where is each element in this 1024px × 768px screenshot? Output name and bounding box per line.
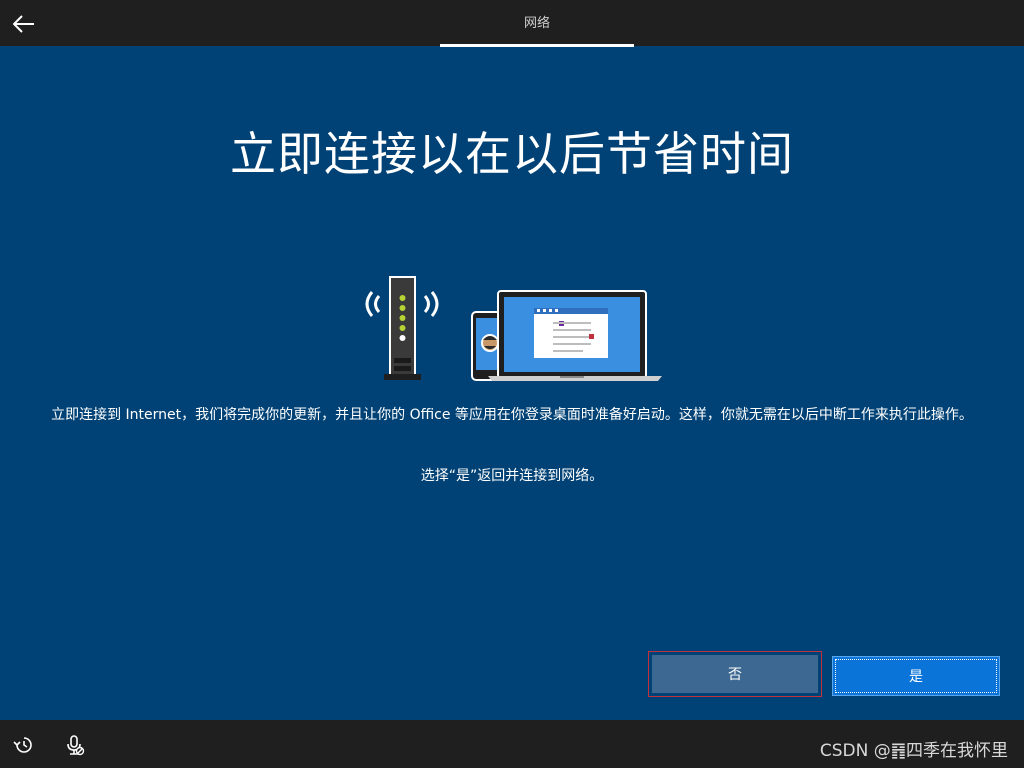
microphone-muted-icon (67, 735, 85, 756)
description-text: 立即连接到 Internet，我们将完成你的更新，并且让你的 Office 等应… (51, 407, 973, 423)
ease-of-access-button[interactable] (12, 733, 36, 757)
back-button[interactable] (8, 8, 40, 40)
microphone-button[interactable] (62, 733, 86, 757)
tab-network[interactable]: 网络 (440, 0, 634, 46)
hint-text: 选择“是”返回并连接到网络。 (420, 468, 604, 484)
connect-illustration (365, 276, 662, 381)
laptop-icon (488, 290, 662, 381)
page-title: 立即连接以在以后节省时间 (230, 127, 794, 181)
back-arrow-icon (13, 15, 34, 33)
tab-underline (440, 44, 634, 47)
top-bar: 网络 (0, 0, 1024, 47)
ease-of-access-icon (13, 737, 32, 753)
no-button[interactable]: 否 (652, 655, 818, 693)
yes-button[interactable]: 是 (832, 656, 1000, 696)
watermark-text: CSDN @䷢四季在我怀里 (819, 741, 1008, 761)
router-icon (384, 276, 421, 380)
